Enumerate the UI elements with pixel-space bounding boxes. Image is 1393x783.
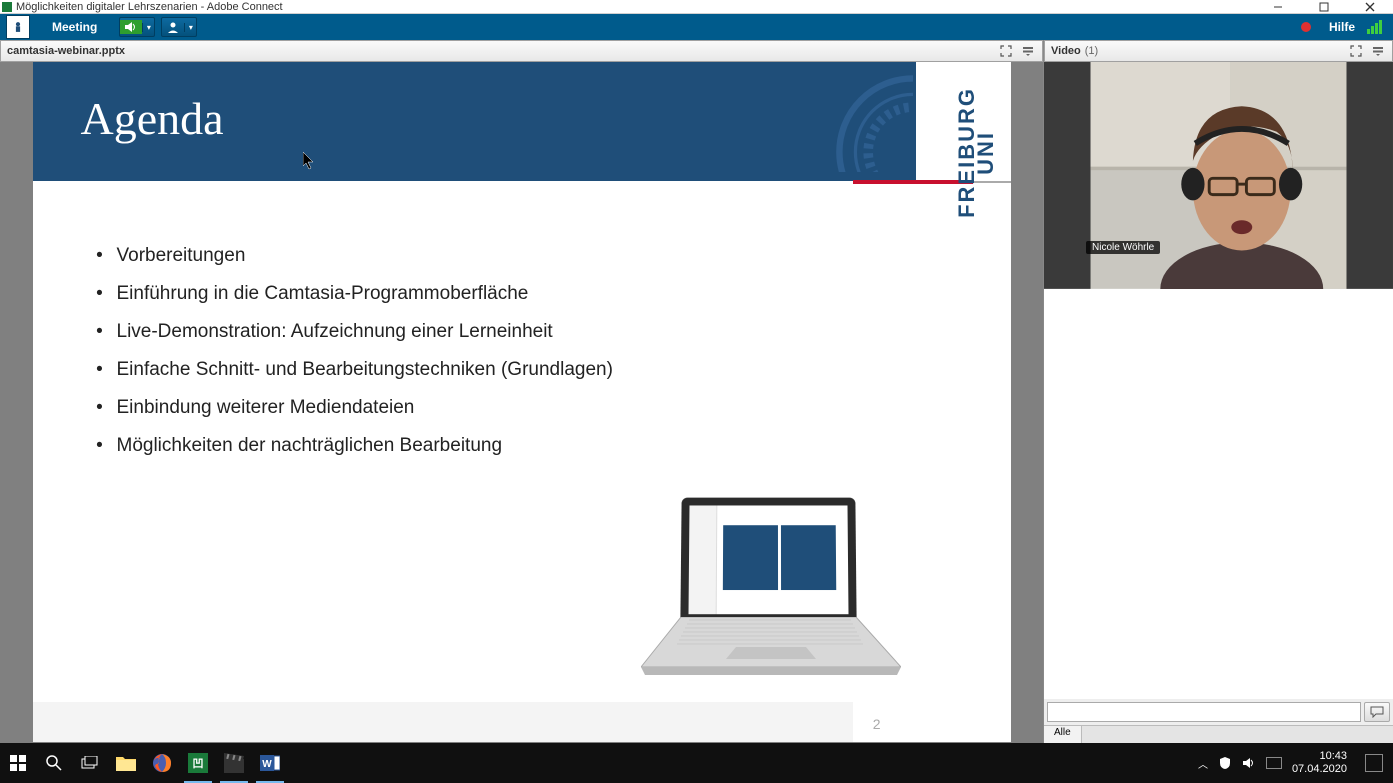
chevron-down-icon[interactable]: ▾	[142, 23, 154, 32]
taskbar-firefox[interactable]	[144, 743, 180, 783]
word-icon: W	[260, 753, 280, 773]
share-pod-header: camtasia-webinar.pptx	[0, 40, 1043, 62]
folder-icon	[116, 755, 136, 771]
taskbar-clock[interactable]: 10:43 07.04.2020	[1292, 750, 1347, 775]
speaker-icon	[120, 20, 142, 34]
windows-taskbar: 凹 W ︿ 10:43 07.04.2020	[0, 743, 1393, 783]
camtasia-icon: 凹	[188, 753, 208, 773]
pod-options-icon[interactable]	[1020, 43, 1036, 59]
chat-bubble-icon	[1370, 706, 1384, 718]
fullscreen-icon[interactable]	[1348, 43, 1364, 59]
taskbar-app[interactable]	[216, 743, 252, 783]
security-icon[interactable]	[1218, 756, 1232, 770]
task-view-button[interactable]	[72, 743, 108, 783]
speaker-button[interactable]: ▾	[119, 17, 155, 37]
recording-indicator-icon	[1301, 22, 1311, 32]
slide-bullets: •Vorbereitungen •Einführung in die Camta…	[83, 237, 613, 465]
window-titlebar: Möglichkeiten digitaler Lehrszenarien - …	[0, 0, 1393, 14]
close-button[interactable]	[1347, 0, 1393, 14]
university-seal-icon	[833, 72, 913, 172]
taskbar-word[interactable]: W	[252, 743, 288, 783]
slide-title: Agenda	[81, 92, 224, 145]
webcam-feed	[1044, 62, 1393, 289]
app-icon	[2, 2, 12, 12]
maximize-button[interactable]	[1301, 0, 1347, 14]
slide-page-number: 2	[873, 716, 881, 732]
cursor-icon	[303, 152, 315, 175]
system-tray[interactable]: ︿ 10:43 07.04.2020	[1190, 750, 1393, 775]
task-view-icon	[81, 756, 99, 770]
presentation-slide: Agenda FREIBURG UNI •Vorbereitungen •Ein…	[33, 62, 1011, 742]
uni-freiburg-logo: FREIBURG UNI	[957, 87, 997, 218]
search-button[interactable]	[36, 743, 72, 783]
video-pod: Video (1)	[1044, 40, 1393, 260]
share-pod-body: Agenda FREIBURG UNI •Vorbereitungen •Ein…	[0, 62, 1043, 743]
windows-icon	[10, 755, 26, 771]
chevron-down-icon[interactable]: ▾	[184, 23, 196, 32]
fullscreen-icon[interactable]	[998, 43, 1014, 59]
app-menubar: Meeting ▾ ▾ Hilfe	[0, 14, 1393, 40]
svg-text:凹: 凹	[193, 758, 204, 770]
send-button[interactable]	[1364, 702, 1390, 722]
taskbar-camtasia[interactable]: 凹	[180, 743, 216, 783]
list-item: •Live-Demonstration: Aufzeichnung einer …	[83, 313, 613, 351]
chat-input[interactable]	[1047, 702, 1361, 722]
laptop-illustration	[641, 497, 901, 697]
adobe-connect-logo[interactable]	[6, 15, 30, 39]
notifications-button[interactable]	[1365, 754, 1383, 772]
window-title: Möglichkeiten digitaler Lehrszenarien - …	[16, 1, 283, 13]
tray-chevron-icon[interactable]: ︿	[1198, 756, 1208, 771]
help-menu[interactable]: Hilfe	[1329, 20, 1355, 34]
tray-keyboard-icon[interactable]	[1266, 757, 1282, 769]
meeting-menu[interactable]: Meeting	[40, 16, 109, 38]
video-pod-header: Video (1)	[1044, 40, 1393, 62]
svg-text:W: W	[262, 759, 272, 770]
minimize-button[interactable]	[1255, 0, 1301, 14]
person-icon	[162, 20, 184, 34]
presenter-name-tag: Nicole Wöhrle	[1086, 241, 1160, 254]
list-item: •Vorbereitungen	[83, 237, 613, 275]
webcam-button[interactable]: ▾	[161, 17, 197, 37]
list-item: •Einführung in die Camtasia-Programmober…	[83, 275, 613, 313]
taskbar-explorer[interactable]	[108, 743, 144, 783]
list-item: •Möglichkeiten der nachträglichen Bearbe…	[83, 427, 613, 465]
connection-signal-icon[interactable]	[1367, 20, 1383, 34]
clapper-icon	[224, 753, 244, 773]
search-icon	[45, 754, 63, 772]
pod-options-icon[interactable]	[1370, 43, 1386, 59]
start-button[interactable]	[0, 743, 36, 783]
list-item: •Einfache Schnitt- und Bearbeitungstechn…	[83, 351, 613, 389]
share-filename: camtasia-webinar.pptx	[7, 45, 125, 57]
chat-messages[interactable]	[1044, 283, 1393, 699]
volume-icon[interactable]	[1242, 756, 1256, 770]
chat-tab-all[interactable]: Alle	[1044, 726, 1082, 743]
chat-pod: Chat (Alle) Alle	[1044, 260, 1393, 743]
firefox-icon	[152, 753, 172, 773]
list-item: •Einbindung weiterer Mediendateien	[83, 389, 613, 427]
